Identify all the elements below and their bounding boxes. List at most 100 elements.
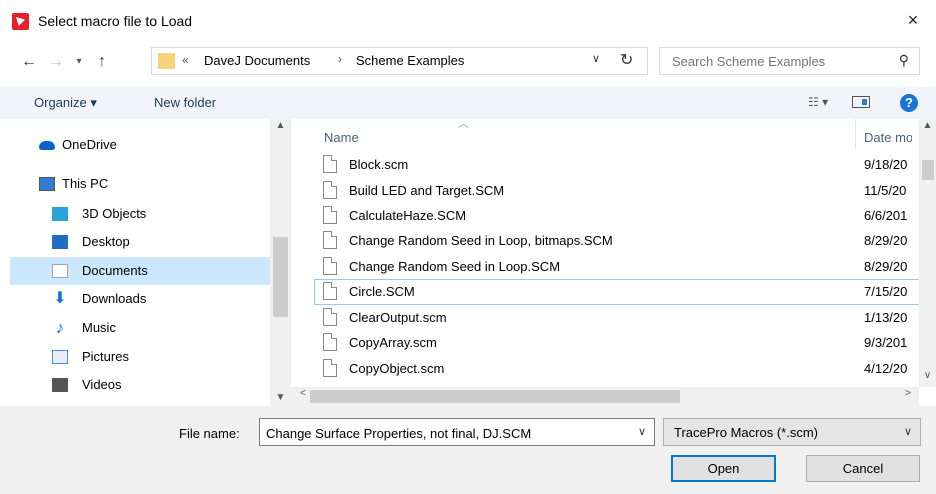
- nav-item-3d-objects[interactable]: 3D Objects: [10, 200, 270, 228]
- recent-locations-chevron-icon[interactable]: ▾: [72, 52, 86, 72]
- back-arrow-icon[interactable]: ←: [18, 52, 40, 72]
- file-row[interactable]: Build LED and Target.SCM 11/5/20: [315, 179, 933, 203]
- nav-item-desktop[interactable]: Desktop: [10, 228, 270, 256]
- file-row[interactable]: ClearOutput.scm 1/13/20: [315, 306, 933, 330]
- chevron-down-icon[interactable]: ∨: [638, 425, 646, 438]
- chevron-down-icon[interactable]: ∨: [904, 425, 912, 438]
- close-button[interactable]: ×: [890, 0, 936, 40]
- forward-arrow-icon[interactable]: →: [46, 52, 66, 72]
- file-list: ︿ Name Date modified Block.scm 9/18/20 B…: [291, 118, 936, 387]
- pictures-icon: [52, 350, 68, 364]
- nav-item-label: Pictures: [82, 349, 129, 364]
- file-icon: [323, 308, 337, 326]
- scroll-down-icon[interactable]: ▼: [270, 392, 291, 403]
- search-box[interactable]: ⚲: [659, 47, 920, 75]
- file-name: CopyArray.scm: [349, 335, 437, 350]
- file-icon: [323, 359, 337, 377]
- file-row[interactable]: Block.scm 9/18/20: [315, 153, 933, 177]
- search-icon[interactable]: ⚲: [899, 52, 909, 69]
- file-icon: [323, 155, 337, 173]
- up-arrow-icon[interactable]: ↑: [92, 52, 112, 72]
- file-icon: [323, 231, 337, 249]
- scroll-left-icon[interactable]: <: [300, 388, 306, 399]
- desktop-icon: [52, 235, 68, 249]
- file-icon: [323, 257, 337, 275]
- help-icon[interactable]: ?: [900, 94, 918, 112]
- nav-item-pictures[interactable]: Pictures: [10, 343, 270, 371]
- file-row[interactable]: CopyObject.scm 4/12/20: [315, 357, 933, 381]
- nav-item-label: Documents: [82, 263, 148, 278]
- file-name: CopyObject.scm: [349, 361, 445, 376]
- address-bar[interactable]: « DaveJ Documents › Scheme Examples ∨ ↻: [151, 47, 648, 75]
- file-icon: [323, 206, 337, 224]
- scroll-down-icon[interactable]: ∨: [919, 370, 936, 381]
- refresh-icon[interactable]: ↻: [620, 50, 633, 70]
- documents-icon: [52, 264, 68, 278]
- column-header-name[interactable]: Name: [324, 130, 359, 145]
- file-name: Build LED and Target.SCM: [349, 183, 505, 198]
- column-header-date-modified[interactable]: Date modified: [864, 130, 912, 145]
- file-icon: [323, 282, 337, 300]
- address-dropdown-icon[interactable]: ∨: [592, 52, 600, 65]
- film-icon: [52, 378, 68, 392]
- file-list-vertical-scroll-thumb[interactable]: [922, 160, 934, 180]
- file-row-focused[interactable]: Circle.SCM 7/15/20: [314, 279, 934, 305]
- nav-item-music[interactable]: ♪ Music: [10, 314, 270, 342]
- file-date: 1/13/20: [864, 310, 908, 325]
- file-name: ClearOutput.scm: [349, 310, 447, 325]
- search-input[interactable]: [670, 53, 874, 70]
- file-name-combobox[interactable]: ∨: [259, 418, 655, 446]
- file-icon: [323, 181, 337, 199]
- file-icon: [323, 333, 337, 351]
- scroll-right-icon[interactable]: >: [905, 388, 911, 399]
- nav-item-label: Videos: [82, 377, 122, 392]
- new-folder-button[interactable]: New folder: [154, 95, 216, 110]
- file-date: 6/6/201: [864, 208, 908, 223]
- nav-item-this-pc[interactable]: This PC: [10, 170, 270, 198]
- nav-item-label: 3D Objects: [82, 206, 147, 221]
- organize-button[interactable]: Organize ▾: [34, 95, 97, 111]
- file-date: 8/29/20: [864, 259, 908, 274]
- music-note-icon: ♪: [55, 318, 65, 337]
- nav-item-videos[interactable]: Videos: [10, 371, 270, 399]
- file-row[interactable]: CopyArray.scm 9/3/201: [315, 331, 933, 355]
- nav-pane-scroll-thumb[interactable]: [273, 237, 288, 317]
- file-name-label: File name:: [179, 426, 240, 441]
- file-name: Circle.SCM: [349, 284, 415, 299]
- file-type-select[interactable]: TracePro Macros (*.scm) ∨: [663, 418, 921, 446]
- download-arrow-icon: ⬇: [53, 290, 67, 307]
- file-date: 8/29/20: [864, 233, 908, 248]
- file-name-input[interactable]: [264, 425, 628, 442]
- file-list-horizontal-scroll-thumb[interactable]: [310, 390, 680, 403]
- nav-item-label: Downloads: [82, 291, 147, 306]
- nav-item-documents[interactable]: Documents: [10, 257, 270, 285]
- file-date: 9/18/20: [864, 157, 908, 172]
- file-date: 9/3/201: [864, 335, 908, 350]
- breadcrumb-item[interactable]: Scheme Examples: [356, 53, 464, 68]
- file-row[interactable]: CalculateHaze.SCM 6/6/201: [315, 204, 933, 228]
- open-button[interactable]: Open: [671, 455, 776, 482]
- column-divider[interactable]: [855, 119, 856, 149]
- breadcrumb-overflow-icon[interactable]: «: [182, 53, 189, 67]
- file-date: 4/12/20: [864, 361, 908, 376]
- file-row[interactable]: Change Random Seed in Loop, bitmaps.SCM …: [315, 229, 933, 253]
- window-title: Select macro file to Load: [38, 13, 193, 29]
- file-row[interactable]: Change Random Seed in Loop.SCM 8/29/20: [315, 255, 933, 279]
- change-view-icon[interactable]: ☷ ▾: [808, 95, 828, 109]
- scroll-up-icon[interactable]: ▲: [919, 120, 936, 131]
- file-date: 7/15/20: [864, 284, 908, 299]
- nav-item-downloads[interactable]: ⬇ Downloads: [10, 285, 270, 313]
- cancel-button[interactable]: Cancel: [806, 455, 920, 482]
- preview-pane-icon[interactable]: [852, 96, 870, 108]
- sort-ascending-icon: ︿: [458, 118, 469, 130]
- nav-item-label: OneDrive: [62, 137, 117, 152]
- nav-item-onedrive[interactable]: OneDrive: [10, 131, 270, 159]
- cube-icon: [52, 207, 68, 221]
- onedrive-icon: [39, 141, 55, 150]
- scroll-up-icon[interactable]: ▲: [270, 120, 291, 131]
- folder-icon: [158, 53, 175, 69]
- breadcrumb-separator-icon[interactable]: ›: [338, 52, 342, 66]
- file-name: CalculateHaze.SCM: [349, 208, 467, 223]
- breadcrumb-item[interactable]: DaveJ Documents: [204, 53, 310, 68]
- file-type-value: TracePro Macros (*.scm): [674, 425, 818, 440]
